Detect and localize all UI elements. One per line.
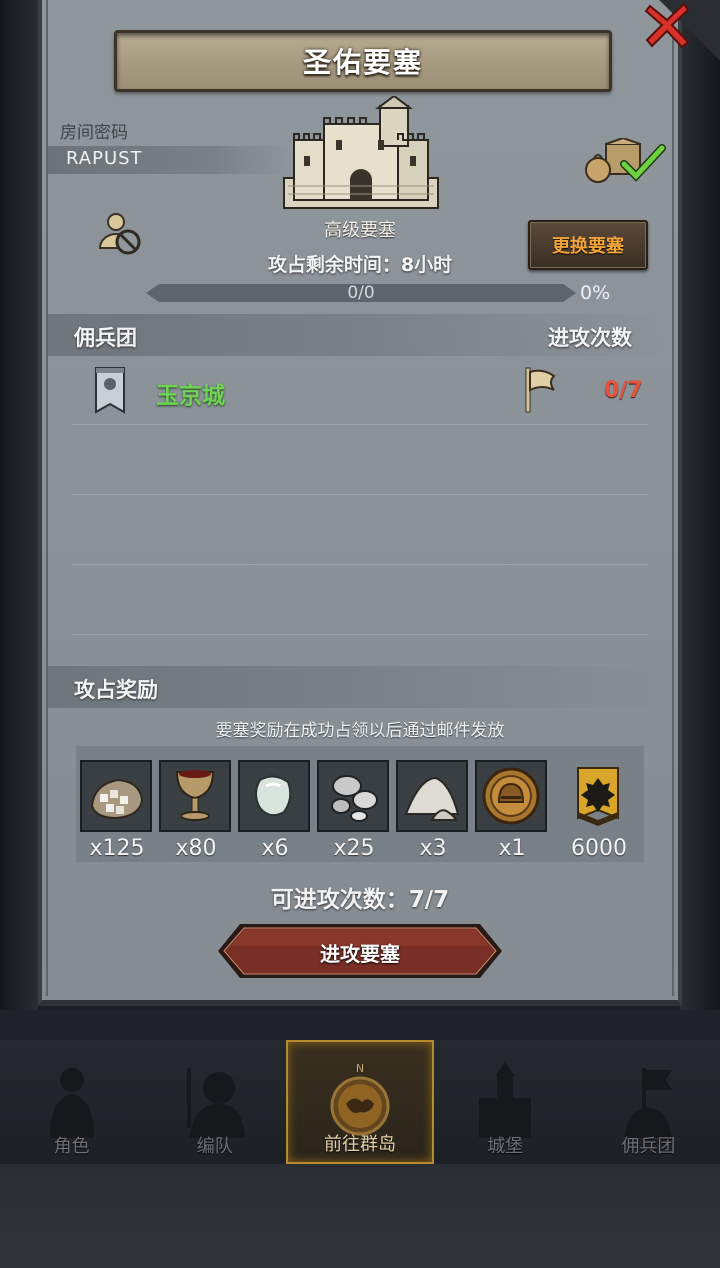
reward-item[interactable]: x25 [317,760,391,861]
attack-fortress-label: 进攻要塞 [320,942,400,966]
mercenary-icon [624,1068,673,1138]
attack-fortress-button[interactable]: 进攻要塞 [218,922,502,980]
reward-item[interactable]: x1 [475,760,549,861]
nav-label: 前往群岛 [324,1134,396,1155]
ore-sack-icon [90,778,144,820]
reward-item[interactable]: x6 [238,760,312,861]
progress-percent: 0% [580,282,611,304]
row-divider [72,634,648,635]
room-code: RAPUST [66,148,143,169]
page-title: 圣佑要塞 [302,46,423,79]
knight-icon [49,1068,94,1138]
reward-count: x3 [419,836,447,861]
bottom-nav: 角色 编队 N 前往群岛 城堡 佣兵团 [0,1040,720,1164]
reward-item[interactable]: x125 [80,760,154,861]
close-icon [644,2,690,49]
fortress-castle-icon [283,96,439,209]
reward-item[interactable]: x3 [396,760,470,861]
nav-gap [0,1010,720,1040]
nav-item-islands[interactable]: N 前往群岛 [286,1040,434,1164]
reward-slot [317,760,389,832]
room-password-label: 房间密码 [60,123,128,143]
attack-count-header: 进攻次数 [548,326,632,350]
nav-label: 角色 [53,1136,90,1157]
reward-count: x1 [498,836,526,861]
left-side-strip [0,0,38,1010]
nav-label: 城堡 [487,1136,524,1157]
reward-count: 6000 [571,836,627,861]
row-divider [72,424,648,425]
title-banner: 圣佑要塞 [114,30,612,92]
compass-letter: N [356,1062,364,1075]
guild-emblem-icon [577,767,619,826]
guild-name[interactable]: 玉京城 [156,376,225,410]
row-divider [72,494,648,495]
reward-item[interactable]: x80 [159,760,233,861]
reward-slot [475,760,547,832]
nav-item-castle[interactable]: 城堡 [434,1040,577,1164]
castle-icon [479,1062,532,1138]
nav-item-mercenary[interactable]: 佣兵团 [577,1040,720,1164]
remaining-attacks: 可进攻次数：7/7 [270,887,450,913]
close-button[interactable] [642,0,692,50]
nav-label: 编队 [196,1136,233,1157]
supply-check-icon[interactable] [584,138,668,186]
reward-count: x125 [89,836,145,861]
nav-item-formation[interactable]: 编队 [143,1040,286,1164]
reward-slot [562,760,634,832]
reward-slot [238,760,310,832]
row-divider [72,564,648,565]
change-fortress-label: 更换要塞 [552,236,624,257]
reward-slot [396,760,468,832]
goblet-icon [175,770,215,821]
guild-section-title: 佣兵团 [74,326,137,350]
reward-slot [80,760,152,832]
right-side-strip [680,0,720,1010]
progress-text: 0/0 [347,283,375,303]
footer-area [0,1164,720,1268]
silver-mushroom-icon [331,775,378,822]
nav-item-role[interactable]: 角色 [0,1040,143,1164]
reward-count: x25 [333,836,375,861]
nav-label: 佣兵团 [621,1136,676,1157]
guild-attack-count: 0/7 [604,378,643,403]
reward-slot [159,760,231,832]
army-icon [186,1068,245,1138]
change-fortress-button[interactable]: 更换要塞 [528,220,648,270]
gem-stone-icon [255,775,292,817]
helmet-coin-icon [482,767,540,825]
attack-flag-icon [525,367,556,413]
reward-item[interactable]: 6000 [562,760,636,861]
reward-count: x6 [261,836,289,861]
guild-banner-icon [95,367,125,414]
reward-count: x80 [175,836,217,861]
powder-pile-icon [404,776,460,821]
reward-section-title: 攻占奖励 [74,678,158,702]
reward-note: 要塞奖励在成功占领以后通过邮件发放 [215,721,505,741]
